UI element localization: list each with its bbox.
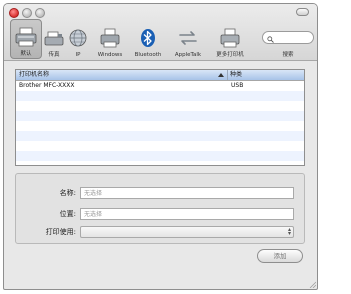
title-bar: 默认 传真 IP Windows Bluetooth AppleTalk 更多打… (4, 4, 317, 61)
column-header-printer-name[interactable]: 打印机名称 (16, 70, 228, 80)
toolbar-fax-button[interactable]: 传真 (43, 19, 65, 59)
appletalk-icon (177, 25, 199, 51)
print-using-label: 打印使用: (45, 228, 76, 236)
toolbar-more-printers-label: 更多打印机 (216, 52, 244, 58)
toolbar-ip-button[interactable]: IP (67, 19, 89, 59)
toolbar-fax-label: 传真 (48, 52, 60, 58)
fax-icon (44, 25, 64, 51)
toolbar-default-button[interactable]: 默认 (10, 19, 42, 59)
toolbar-bluetooth-label: Bluetooth (134, 52, 162, 58)
printer-name-cell: Brother MFC-XXXX (19, 82, 75, 89)
printer-details-form: 名称: 无选择 位置: 无选择 打印使用: ▴ ▾ (15, 173, 305, 244)
search-input[interactable] (262, 31, 314, 44)
toolbar-windows-label: Windows (97, 52, 123, 58)
toolbar: 默认 传真 IP Windows Bluetooth AppleTalk 更多打… (8, 19, 314, 59)
printer-browser-window: 默认 传真 IP Windows Bluetooth AppleTalk 更多打… (3, 3, 318, 290)
toolbar-bluetooth-button[interactable]: Bluetooth (130, 19, 166, 59)
ip-globe-icon (68, 25, 88, 51)
add-button[interactable]: 添加 (257, 249, 303, 263)
printer-list-table[interactable]: 打印机名称 种类 Brother MFC-XXXX USB (15, 69, 305, 166)
column-header-printer-name-label: 打印机名称 (19, 71, 50, 78)
table-header: 打印机名称 种类 (16, 70, 304, 81)
toolbar-appletalk-button[interactable]: AppleTalk (170, 19, 206, 59)
name-field[interactable]: 无选择 (80, 187, 294, 199)
toolbar-more-printers-button[interactable]: 更多打印机 (208, 19, 252, 59)
print-using-select[interactable]: ▴ ▾ (80, 226, 294, 238)
close-window-button[interactable] (9, 8, 19, 18)
toolbar-toggle-button[interactable] (296, 8, 309, 16)
empty-table-row (16, 121, 304, 131)
empty-table-row (16, 101, 304, 111)
table-row[interactable]: Brother MFC-XXXX USB (16, 81, 304, 91)
empty-table-row (16, 91, 304, 101)
empty-table-row (16, 131, 304, 141)
toolbar-windows-button[interactable]: Windows (93, 19, 127, 59)
name-label: 名称: (59, 189, 76, 197)
column-header-kind[interactable]: 种类 (228, 70, 304, 80)
search-icon (267, 28, 274, 47)
toolbar-search-label: 搜索 (282, 52, 294, 58)
location-field[interactable]: 无选择 (80, 208, 294, 220)
sort-ascending-icon (218, 73, 224, 77)
bluetooth-icon (140, 25, 156, 51)
toolbar-ip-label: IP (75, 52, 81, 58)
popup-arrows-icon: ▴ ▾ (287, 226, 291, 237)
minimize-window-button[interactable] (22, 8, 32, 18)
windows-printer-icon (99, 25, 121, 51)
zoom-window-button[interactable] (35, 8, 45, 18)
toolbar-default-label: 默认 (20, 51, 32, 57)
default-printer-icon (15, 24, 37, 50)
toolbar-appletalk-label: AppleTalk (174, 52, 202, 58)
column-header-kind-label: 种类 (230, 71, 243, 78)
empty-table-row (16, 141, 304, 151)
printer-kind-cell: USB (231, 82, 244, 89)
empty-table-row (16, 151, 304, 161)
location-label: 位置: (59, 210, 76, 218)
more-printers-icon (219, 25, 241, 51)
resize-grip-icon[interactable] (308, 280, 316, 288)
empty-table-row (16, 111, 304, 121)
